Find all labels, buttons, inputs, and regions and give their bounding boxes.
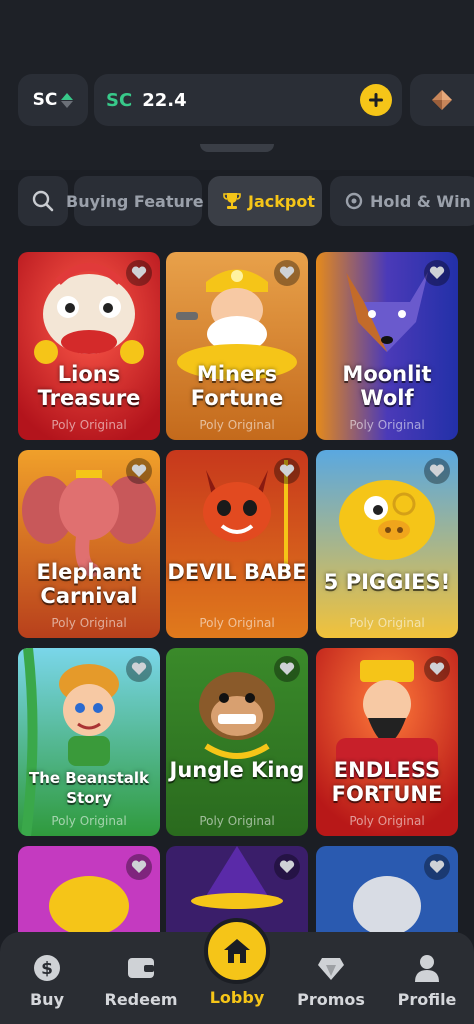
search-button[interactable] (18, 176, 68, 226)
game-title: Moonlit Wolf (342, 362, 432, 410)
nav-label: Profile (397, 990, 457, 1009)
heart-icon (279, 860, 295, 873)
filter-chip-label: Hold & Win (370, 191, 471, 211)
game-card-moonlit-wolf[interactable]: Moonlit Wolf Poly Original (316, 252, 458, 440)
game-title: Miners Fortune (190, 362, 284, 410)
game-card-devil-babe[interactable]: DEVIL BABE Poly Original (166, 450, 308, 638)
heart-icon (131, 464, 147, 477)
spin-icon (345, 192, 363, 210)
gem-icon (432, 90, 452, 110)
game-subtitle: Poly Original (349, 418, 425, 432)
game-title: Jungle King (169, 758, 305, 782)
game-card-5-piggies[interactable]: 5 PIGGIES! Poly Original (316, 450, 458, 638)
heart-icon (279, 266, 295, 279)
game-subtitle: Poly Original (51, 814, 127, 828)
add-funds-button[interactable] (360, 84, 392, 116)
favorite-button[interactable] (274, 656, 300, 682)
swap-arrows-icon (61, 92, 74, 108)
home-icon (224, 939, 250, 963)
game-subtitle: Poly Original (51, 616, 127, 630)
currency-toggle-button[interactable]: SC (18, 74, 88, 126)
game-card-endless-fortune[interactable]: ENDLESS FORTUNE Poly Original (316, 648, 458, 836)
diamond-icon (318, 958, 344, 980)
nav-label: Promos (297, 990, 365, 1009)
game-subtitle: Poly Original (199, 418, 275, 432)
rewards-gem-button[interactable] (410, 74, 474, 126)
nav-label: Lobby (209, 988, 265, 1007)
favorite-button[interactable] (274, 458, 300, 484)
game-subtitle: Poly Original (199, 814, 275, 828)
nav-item-redeem[interactable]: Redeem (94, 932, 188, 1024)
game-card-beanstalk-story[interactable]: The Beanstalk Story Poly Original (18, 648, 160, 836)
heart-icon (429, 860, 445, 873)
favorite-button[interactable] (126, 656, 152, 682)
heart-icon (429, 266, 445, 279)
favorite-button[interactable] (424, 458, 450, 484)
filter-chip-buying-feature[interactable]: Buying Feature (66, 176, 204, 226)
lobby-home-button[interactable] (204, 918, 270, 984)
svg-text:$: $ (41, 959, 53, 979)
heart-icon (429, 662, 445, 675)
game-card-jungle-king[interactable]: Jungle King Poly Original (166, 648, 308, 836)
category-filter-bar: Buying Feature Jackpot Hold & Win (0, 176, 474, 228)
heart-icon (279, 662, 295, 675)
game-card-partial-1[interactable] (18, 846, 160, 932)
game-card-partial-3[interactable] (316, 846, 458, 932)
app-header: SC SC 22.4 (0, 0, 474, 170)
balance-amount: 22.4 (142, 89, 187, 111)
trophy-icon (223, 193, 241, 209)
filter-chip-label: Jackpot (248, 191, 315, 211)
game-subtitle: Poly Original (51, 418, 127, 432)
game-title: The Beanstalk Story (28, 769, 150, 807)
favorite-button[interactable] (424, 260, 450, 286)
balance-currency: SC (106, 89, 133, 111)
nav-label: Buy (29, 990, 64, 1009)
plus-icon (369, 93, 383, 107)
filter-chip-hold-and-win[interactable]: Hold & Win (330, 176, 474, 226)
balance-display: SC 22.4 (94, 74, 402, 126)
game-subtitle: Poly Original (349, 814, 425, 828)
wallet-icon (128, 958, 154, 978)
filter-chip-label: Buying Feature (66, 191, 204, 211)
favorite-button[interactable] (126, 854, 152, 880)
filter-chip-jackpot[interactable]: Jackpot (208, 176, 322, 226)
dollar-coin-icon: $ (34, 955, 60, 981)
game-card-elephant-carnival[interactable]: Elephant Carnival Poly Original (18, 450, 160, 638)
game-title: 5 PIGGIES! (323, 570, 451, 594)
nav-item-promos[interactable]: Promos (284, 932, 378, 1024)
heart-icon (131, 662, 147, 675)
game-title: Lions Treasure (37, 362, 141, 410)
favorite-button[interactable] (126, 260, 152, 286)
heart-icon (429, 464, 445, 477)
favorite-button[interactable] (424, 656, 450, 682)
game-subtitle: Poly Original (349, 616, 425, 630)
nav-item-buy[interactable]: $ Buy (0, 932, 94, 1024)
currency-toggle-label: SC (32, 90, 58, 110)
game-title: DEVIL BABE (167, 560, 307, 584)
heart-icon (131, 266, 147, 279)
game-title: Elephant Carnival (36, 560, 142, 608)
drag-handle[interactable] (200, 144, 274, 152)
favorite-button[interactable] (126, 458, 152, 484)
game-card-miners-fortune[interactable]: Miners Fortune Poly Original (166, 252, 308, 440)
favorite-button[interactable] (424, 854, 450, 880)
user-icon (415, 955, 439, 982)
favorite-button[interactable] (274, 260, 300, 286)
heart-icon (131, 860, 147, 873)
nav-label: Redeem (104, 990, 178, 1009)
game-title: ENDLESS FORTUNE (331, 758, 443, 806)
heart-icon (279, 464, 295, 477)
game-subtitle: Poly Original (199, 616, 275, 630)
nav-item-profile[interactable]: Profile (380, 932, 474, 1024)
favorite-button[interactable] (274, 854, 300, 880)
game-grid: Lions Treasure Poly Original Miners Fort… (0, 252, 474, 932)
game-card-lions-treasure[interactable]: Lions Treasure Poly Original (18, 252, 160, 440)
search-icon (32, 190, 54, 212)
